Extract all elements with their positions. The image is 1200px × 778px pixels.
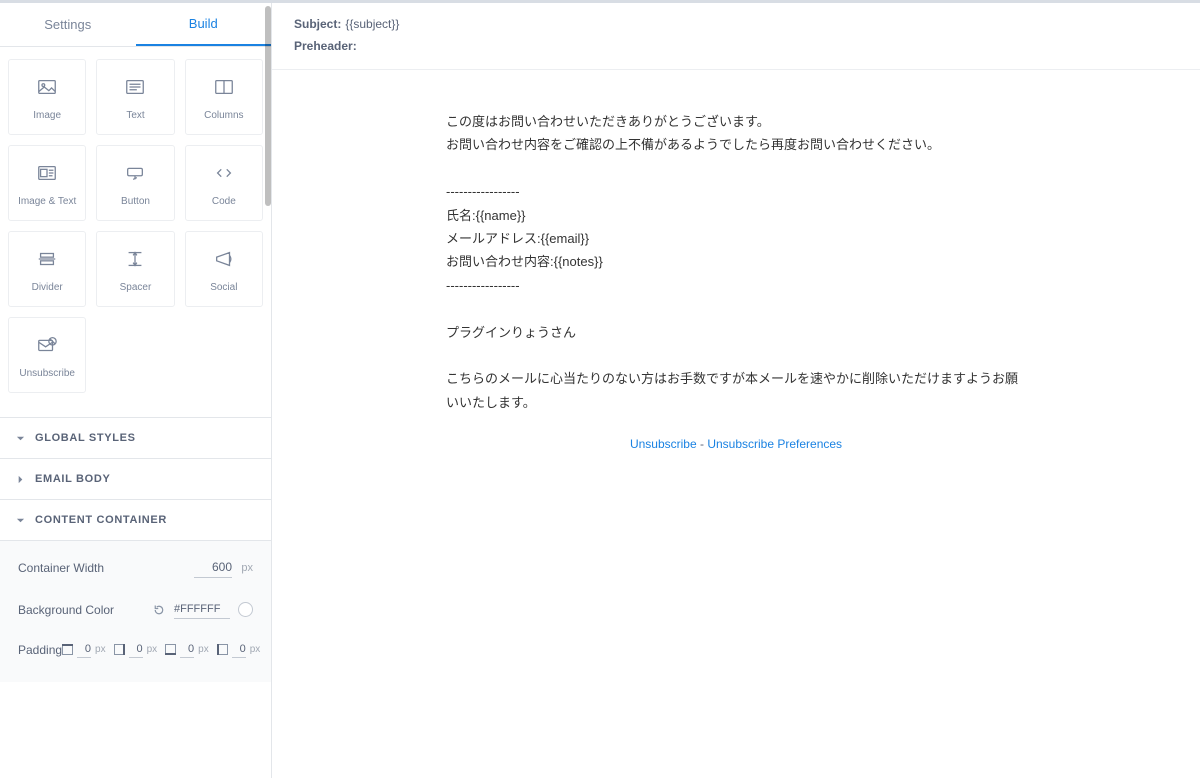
social-icon xyxy=(213,246,235,272)
sidebar: Settings Build Image Text Columns xyxy=(0,3,272,778)
module-label: Button xyxy=(121,196,150,207)
tab-settings[interactable]: Settings xyxy=(0,3,136,46)
module-text[interactable]: Text xyxy=(96,59,174,135)
email-line: 氏名:{{name}} xyxy=(446,204,1026,227)
subject-label: Subject: xyxy=(294,17,341,31)
email-sep: ----------------- xyxy=(446,180,1026,203)
module-button[interactable]: Button xyxy=(96,145,174,221)
pad-top-icon xyxy=(62,644,73,655)
preheader-row[interactable]: Preheader: xyxy=(294,39,1178,53)
sidebar-scroll: Settings Build Image Text Columns xyxy=(0,3,271,778)
content-container-body: Container Width px Background Color xyxy=(0,540,271,682)
color-swatch[interactable] xyxy=(238,602,253,617)
reset-color-button[interactable] xyxy=(152,603,166,617)
section-email-body[interactable]: EMAIL BODY xyxy=(0,458,271,499)
padding-bottom-input[interactable] xyxy=(180,641,194,658)
container-width-row: Container Width px xyxy=(18,557,253,578)
divider-icon xyxy=(36,246,58,272)
section-title: GLOBAL STYLES xyxy=(35,432,136,444)
container-width-input[interactable] xyxy=(194,557,232,578)
unsubscribe-icon xyxy=(36,332,58,358)
module-social[interactable]: Social xyxy=(185,231,263,307)
section-global-styles[interactable]: GLOBAL STYLES xyxy=(0,417,271,458)
preview-area: この度はお問い合わせいただきありがとうございます。 お問い合わせ内容をご確認の上… xyxy=(272,70,1200,778)
module-divider[interactable]: Divider xyxy=(8,231,86,307)
module-label: Unsubscribe xyxy=(19,368,75,379)
bg-color-label: Background Color xyxy=(18,603,114,617)
subject-value: {{subject}} xyxy=(345,17,399,31)
email-line: この度はお問い合わせいただきありがとうございます。 xyxy=(446,110,1026,133)
email-text-block: この度はお問い合わせいただきありがとうございます。 お問い合わせ内容をご確認の上… xyxy=(446,110,1026,414)
pad-unit: px xyxy=(147,644,158,655)
pad-bottom-icon xyxy=(165,644,176,655)
scrollbar-thumb[interactable] xyxy=(265,6,271,206)
section-content-container[interactable]: CONTENT CONTAINER xyxy=(0,499,271,540)
button-icon xyxy=(124,160,146,186)
chevron-down-icon xyxy=(16,516,25,525)
canvas: Subject: {{subject}} Preheader: この度はお問い合… xyxy=(272,3,1200,778)
module-image-text[interactable]: Image & Text xyxy=(8,145,86,221)
padding-right-input[interactable] xyxy=(129,641,143,658)
spacer-icon xyxy=(124,246,146,272)
email-line: お問い合わせ内容:{{notes}} xyxy=(446,250,1026,273)
image-text-icon xyxy=(36,160,58,186)
module-label: Columns xyxy=(204,110,243,121)
email-body[interactable]: この度はお問い合わせいただきありがとうございます。 お問い合わせ内容をご確認の上… xyxy=(436,100,1036,778)
email-footer: こちらのメールに心当たりのない方はお手数ですが本メールを速やかに削除いただけます… xyxy=(446,367,1026,414)
module-code[interactable]: Code xyxy=(185,145,263,221)
email-meta-bar: Subject: {{subject}} Preheader: xyxy=(272,3,1200,70)
module-spacer[interactable]: Spacer xyxy=(96,231,174,307)
email-signature: プラグインりょうさん xyxy=(446,321,1026,344)
pad-unit: px xyxy=(95,644,106,655)
module-label: Text xyxy=(126,110,144,121)
module-label: Social xyxy=(210,282,237,293)
tabs: Settings Build xyxy=(0,3,271,47)
unsubscribe-preferences-link[interactable]: Unsubscribe Preferences xyxy=(707,437,842,451)
unsubscribe-link[interactable]: Unsubscribe xyxy=(630,437,697,451)
link-separator: - xyxy=(697,437,708,451)
section-title: CONTENT CONTAINER xyxy=(35,514,167,526)
module-label: Code xyxy=(212,196,236,207)
section-title: EMAIL BODY xyxy=(35,473,110,485)
padding-label: Padding xyxy=(18,643,62,657)
pad-left-icon xyxy=(217,644,228,655)
pad-right-icon xyxy=(114,644,125,655)
bg-color-row: Background Color xyxy=(18,600,253,619)
padding-row: Padding px px px px xyxy=(18,641,253,658)
padding-top-input[interactable] xyxy=(77,641,91,658)
subject-row[interactable]: Subject: {{subject}} xyxy=(294,17,1178,31)
module-image[interactable]: Image xyxy=(8,59,86,135)
module-label: Divider xyxy=(32,282,63,293)
app-container: Settings Build Image Text Columns xyxy=(0,0,1200,778)
container-width-label: Container Width xyxy=(18,561,104,575)
image-icon xyxy=(36,74,58,100)
preheader-label: Preheader: xyxy=(294,39,357,53)
email-sep: ----------------- xyxy=(446,274,1026,297)
padding-left-input[interactable] xyxy=(232,641,246,658)
text-icon xyxy=(124,74,146,100)
email-line: メールアドレス:{{email}} xyxy=(446,227,1026,250)
chevron-down-icon xyxy=(16,434,25,443)
pad-unit: px xyxy=(198,644,209,655)
module-unsubscribe[interactable]: Unsubscribe xyxy=(8,317,86,393)
module-label: Image & Text xyxy=(18,196,76,207)
module-columns[interactable]: Columns xyxy=(185,59,263,135)
columns-icon xyxy=(213,74,235,100)
module-label: Spacer xyxy=(120,282,152,293)
pad-unit: px xyxy=(250,644,261,655)
tab-build[interactable]: Build xyxy=(136,3,272,46)
module-grid: Image Text Columns Image & Text Button xyxy=(0,47,271,417)
module-label: Image xyxy=(33,110,61,121)
width-unit: px xyxy=(241,562,253,574)
bg-color-input[interactable] xyxy=(174,600,230,619)
unsubscribe-block: Unsubscribe - Unsubscribe Preferences xyxy=(446,414,1026,476)
code-icon xyxy=(213,160,235,186)
email-line: お問い合わせ内容をご確認の上不備があるようでしたら再度お問い合わせください。 xyxy=(446,133,1026,156)
chevron-right-icon xyxy=(16,475,25,484)
